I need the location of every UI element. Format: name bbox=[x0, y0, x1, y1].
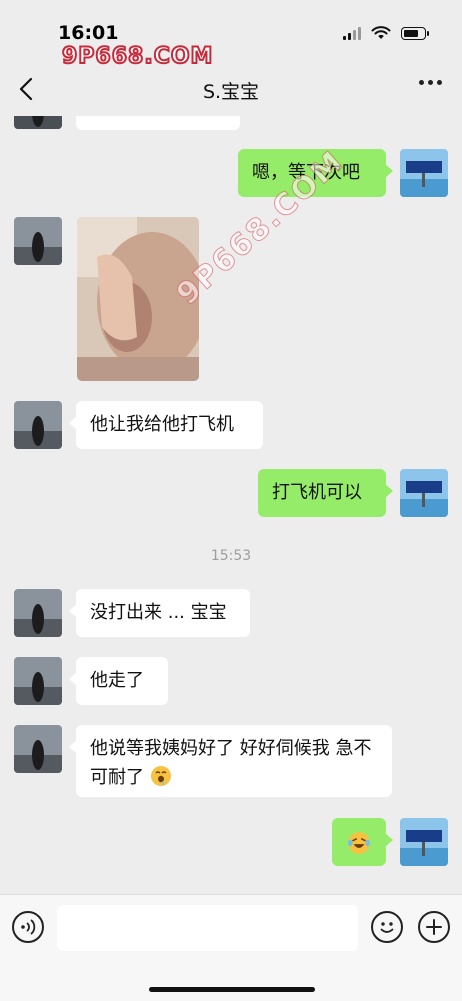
voice-icon[interactable] bbox=[12, 911, 44, 943]
laughing-tears-emoji bbox=[348, 832, 370, 854]
status-icons bbox=[343, 26, 429, 40]
wifi-icon bbox=[371, 26, 391, 39]
chat-area[interactable]: 嗯，等下次吧 他让我给他打飞机 打飞机可以 15:53 没打出来 ... 宝宝 … bbox=[0, 116, 462, 894]
message-input[interactable] bbox=[57, 905, 358, 951]
self-avatar[interactable] bbox=[400, 469, 448, 517]
contact-avatar[interactable] bbox=[14, 657, 62, 705]
status-bar: 16:01 9P668.COM bbox=[0, 0, 462, 70]
self-avatar[interactable] bbox=[400, 149, 448, 197]
contact-avatar[interactable] bbox=[14, 589, 62, 637]
smiley-icon[interactable] bbox=[371, 911, 403, 943]
image-message[interactable] bbox=[77, 217, 199, 381]
message-bubble-incoming[interactable]: 他走了 bbox=[69, 657, 168, 705]
message-bubble-incoming[interactable]: 他说等我姨妈好了 好好伺候我 急不可耐了 bbox=[69, 725, 392, 797]
home-indicator[interactable] bbox=[149, 987, 315, 992]
input-bar bbox=[0, 894, 462, 1001]
contact-avatar[interactable] bbox=[14, 725, 62, 773]
status-time: 16:01 bbox=[58, 22, 119, 44]
contact-avatar[interactable] bbox=[14, 217, 62, 265]
contact-avatar[interactable] bbox=[14, 116, 62, 129]
message-bubble-outgoing[interactable]: 打飞机可以 bbox=[258, 469, 393, 517]
contact-avatar[interactable] bbox=[14, 401, 62, 449]
self-avatar[interactable] bbox=[400, 818, 448, 866]
chat-title[interactable]: S.宝宝 bbox=[0, 77, 462, 104]
time-divider: 15:53 bbox=[210, 548, 252, 564]
cellular-signal-icon bbox=[343, 26, 361, 40]
nav-bar: S.宝宝 bbox=[0, 62, 462, 116]
message-bubble-outgoing[interactable] bbox=[332, 818, 393, 866]
plus-icon[interactable] bbox=[418, 911, 450, 943]
battery-icon bbox=[401, 26, 429, 40]
message-bubble-incoming[interactable] bbox=[76, 116, 240, 130]
message-bubble-incoming[interactable]: 没打出来 ... 宝宝 bbox=[69, 589, 250, 637]
drooling-face-emoji bbox=[150, 766, 171, 786]
more-dots-icon[interactable] bbox=[419, 80, 442, 85]
message-bubble-incoming[interactable]: 他让我给他打飞机 bbox=[69, 401, 263, 449]
message-text: 他说等我姨妈好了 好好伺候我 急不可耐了 bbox=[90, 738, 372, 788]
